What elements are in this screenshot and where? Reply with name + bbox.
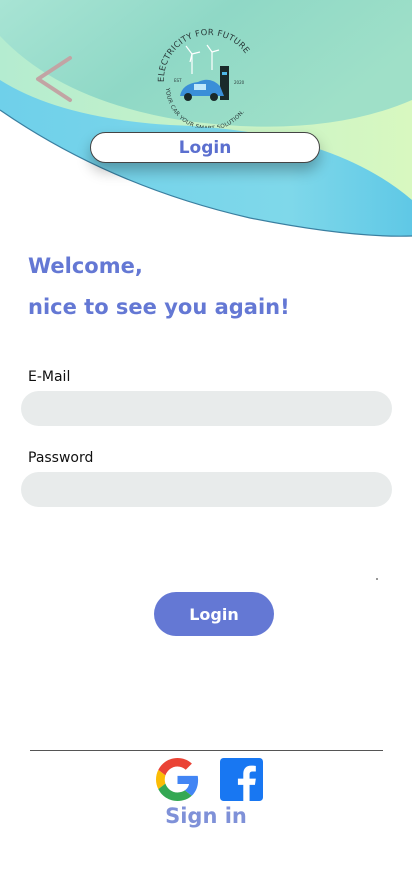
email-label: E-Mail — [28, 369, 71, 385]
password-field[interactable] — [21, 472, 392, 507]
google-icon[interactable] — [156, 758, 199, 801]
electricity-for-future-logo: ELECTRICITY FOR FUTURE YOUR CAR YOUR SMA… — [156, 27, 252, 128]
page-title-pill: Login — [90, 132, 320, 163]
welcome-subheading: nice to see you again! — [28, 295, 290, 319]
password-label: Password — [28, 450, 94, 466]
logo-year-text: 2020 — [234, 80, 245, 85]
logo-top-text: ELECTRICITY FOR FUTURE — [156, 27, 252, 82]
welcome-heading: Welcome, — [28, 254, 143, 278]
svg-text:ELECTRICITY FOR FUTURE: ELECTRICITY FOR FUTURE — [156, 27, 252, 82]
divider — [30, 750, 383, 751]
chevron-left-icon[interactable] — [30, 52, 76, 106]
facebook-icon[interactable] — [220, 758, 263, 801]
sign-in-label[interactable]: Sign in — [0, 804, 412, 828]
decorative-dot — [376, 578, 378, 580]
logo-est-text: EST — [174, 78, 182, 83]
email-field[interactable] — [21, 391, 392, 426]
login-button[interactable]: Login — [154, 592, 274, 636]
